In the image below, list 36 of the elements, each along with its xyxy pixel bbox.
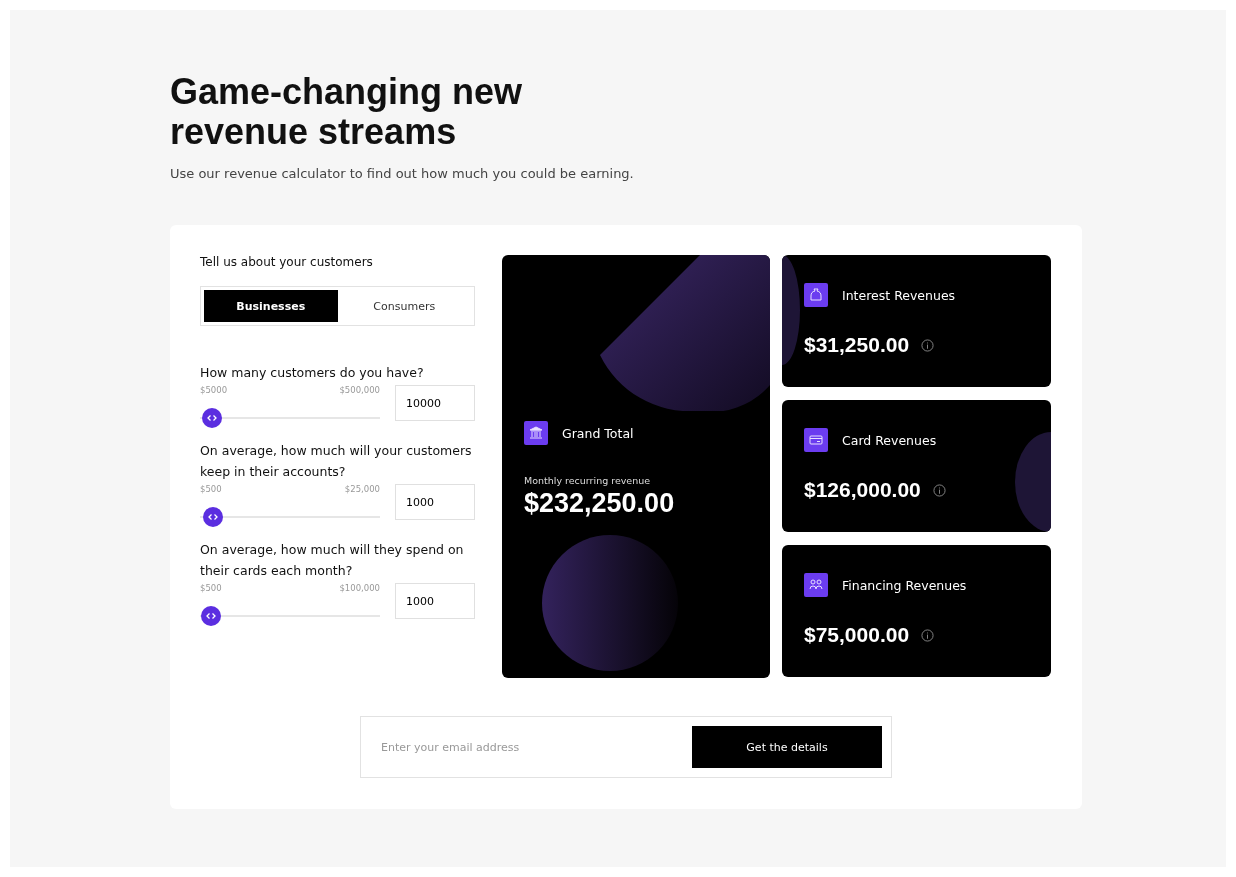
range-max: $500,000 bbox=[339, 385, 380, 395]
segment-tab[interactable]: Businesses bbox=[204, 290, 338, 322]
range-max: $100,000 bbox=[339, 583, 380, 593]
revenue-amount: $75,000.00 bbox=[804, 623, 910, 647]
page-subheading: Use our revenue calculator to find out how much you could be earning. bbox=[170, 166, 635, 181]
money-bag-icon bbox=[804, 283, 828, 307]
revenue-amount: $31,250.00 bbox=[804, 333, 910, 357]
question-label: On average, how much will they spend on their cards each month? bbox=[200, 541, 465, 580]
total-amount: $232,250.00 bbox=[524, 488, 676, 519]
question-label: How many customers do you have? bbox=[200, 364, 425, 382]
range-max: $25,000 bbox=[344, 484, 380, 494]
card-title: Interest Revenues bbox=[842, 287, 956, 303]
slider-thumb[interactable] bbox=[200, 606, 221, 626]
revenue-amount: $126,000.00 bbox=[804, 478, 921, 502]
info-icon[interactable] bbox=[921, 628, 935, 642]
range-min: $5000 bbox=[200, 385, 228, 395]
amount-caption: Monthly recurring revenue bbox=[524, 475, 652, 486]
range-min: $500 bbox=[200, 583, 222, 593]
page-heading: Game-changing new revenue streams bbox=[170, 72, 524, 152]
card-title: Grand Total bbox=[562, 425, 634, 441]
info-icon[interactable] bbox=[921, 338, 935, 352]
people-icon bbox=[804, 573, 828, 597]
bank-icon bbox=[524, 421, 548, 445]
slider-thumb[interactable] bbox=[203, 507, 224, 527]
slider-thumb[interactable] bbox=[201, 408, 222, 428]
card-title: Card Revenues bbox=[842, 432, 937, 448]
info-icon[interactable] bbox=[932, 483, 946, 497]
number-field[interactable]: 1000 bbox=[395, 484, 475, 520]
question-label: On average, how much will your customers keep in their accounts? bbox=[200, 442, 473, 481]
number-field[interactable]: 1000 bbox=[395, 583, 475, 619]
get-details-button[interactable]: Get the details bbox=[692, 726, 882, 768]
number-field[interactable]: 10000 bbox=[395, 385, 475, 421]
credit-card-icon bbox=[804, 428, 828, 452]
range-min: $500 bbox=[200, 484, 222, 494]
card-title: Financing Revenues bbox=[842, 577, 967, 593]
section-label: Tell us about your customers bbox=[200, 255, 374, 269]
